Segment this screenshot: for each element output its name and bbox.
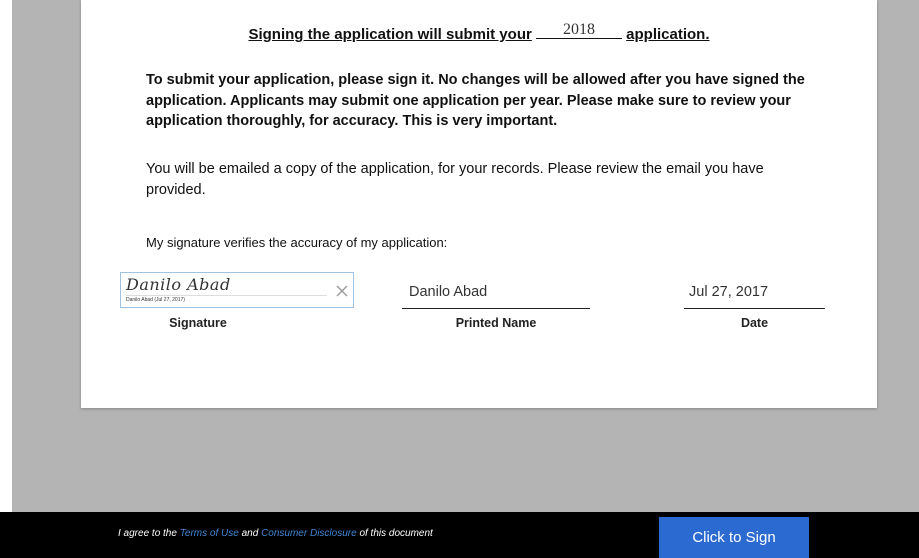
heading-prefix: Signing the application will submit your — [248, 26, 532, 43]
terms-of-use-link[interactable]: Terms of Use — [180, 528, 239, 539]
printed-name-underline — [402, 308, 590, 309]
year-field[interactable]: 2018 — [536, 22, 622, 39]
signature-image: Danilo Abad — [126, 275, 231, 294]
heading-suffix: application. — [626, 26, 710, 43]
printed-name-value: Danilo Abad — [409, 284, 488, 300]
verify-statement: My signature verifies the accuracy of my… — [146, 235, 448, 250]
agree-and: and — [241, 528, 259, 539]
agree-suffix: of this document — [359, 528, 433, 539]
agreement-text: I agree to the Terms of Use and Consumer… — [118, 528, 433, 539]
signature-label: Signature — [169, 316, 227, 330]
printed-name-label: Printed Name — [455, 316, 537, 330]
document-page: Signing the application will submit your… — [81, 0, 877, 408]
click-to-sign-button[interactable]: Click to Sign — [659, 517, 809, 558]
close-icon[interactable] — [334, 283, 350, 299]
document-heading: Signing the application will submit your… — [81, 22, 877, 44]
footer-bar: I agree to the Terms of Use and Consumer… — [0, 512, 919, 558]
email-notice: You will be emailed a copy of the applic… — [146, 161, 764, 198]
date-value: Jul 27, 2017 — [689, 284, 769, 300]
agree-prefix: I agree to the — [118, 528, 177, 539]
consumer-disclosure-link[interactable]: Consumer Disclosure — [261, 528, 357, 539]
date-label: Date — [740, 316, 769, 330]
date-underline — [684, 308, 825, 309]
document-viewer: Signing the application will submit your… — [12, 0, 919, 512]
signature-baseline — [126, 295, 327, 296]
signature-field[interactable]: Danilo Abad Danilo Abad (Jul 27, 2017) — [120, 272, 354, 308]
submit-instructions: To submit your application, please sign … — [146, 72, 805, 129]
signature-stamp: Danilo Abad (Jul 27, 2017) — [126, 297, 185, 303]
